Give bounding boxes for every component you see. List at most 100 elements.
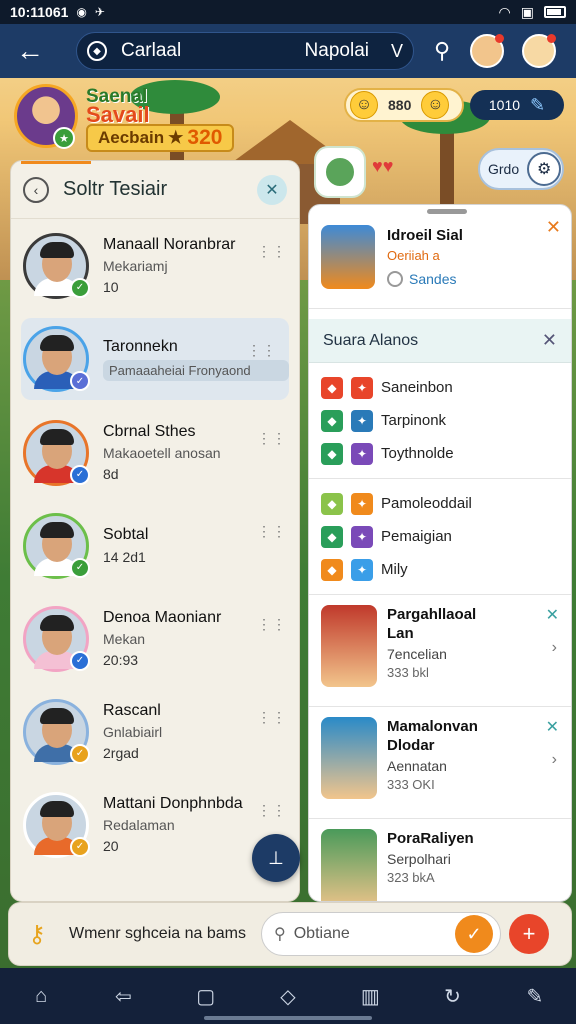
app-icon: ◆ <box>321 558 343 581</box>
scroll-down-button[interactable]: ⊥ <box>252 834 300 882</box>
contact-subtitle: Redalaman <box>103 817 175 833</box>
option-group: ◆ ✦ Pamoleoddail ◆ ✦ Pemaigian ◆ ✦ Mily <box>309 479 571 595</box>
home-indicator[interactable] <box>204 1016 372 1020</box>
search-icon[interactable]: ⚲ <box>434 38 450 64</box>
sim-icon: ▣ <box>520 3 534 20</box>
contact-avatar: ✓ <box>23 605 90 672</box>
close-icon[interactable]: ✕ <box>257 174 287 205</box>
more-options-icon[interactable]: ⋮⋮ <box>257 802 287 819</box>
close-icon[interactable]: ✕ <box>542 330 557 351</box>
contact-row[interactable]: ✓ Taronnekn Pamaaaheiai Fronyaond ⋮⋮ <box>21 318 289 400</box>
grid-toggle[interactable]: Grdo ⚙ <box>478 148 564 190</box>
more-options-icon[interactable]: ⋮⋮ <box>257 430 287 447</box>
avatar-hair <box>40 521 74 538</box>
status-bar: 10:11061 ◉ ✈ ◠ ▣ <box>0 0 576 24</box>
card-title-line2: Dlodar <box>387 737 435 754</box>
option-row[interactable]: ◆ ✦ Toythnolde <box>309 437 571 470</box>
friend-avatar[interactable] <box>522 34 557 68</box>
contact-row[interactable]: ✓ Cbrnal Sthes Makaoetell anosan 8d ⋮⋮ <box>11 406 299 499</box>
panel-accent <box>21 161 91 164</box>
refresh-icon[interactable]: ↻ <box>433 984 473 1009</box>
notification-dot <box>547 34 557 43</box>
level-label: Aecbain <box>98 128 165 147</box>
emoji-button[interactable] <box>314 146 366 198</box>
level-banner: Aecbain ★ 320 <box>86 124 235 152</box>
app-icon: ✦ <box>351 376 373 399</box>
option-label: Pemaigian <box>381 528 452 545</box>
level-score: 320 <box>187 126 223 149</box>
featured-tag: Sandes <box>387 270 463 287</box>
option-row[interactable]: ◆ ✦ Saneinbon <box>309 371 571 404</box>
avatar-hair <box>40 335 74 351</box>
item-card[interactable]: Pargahllaoal Lan 7encelian 333 bkl ✕ › <box>309 595 571 707</box>
close-icon[interactable]: ✕ <box>546 217 561 238</box>
contact-subtitle: Mekan <box>103 631 146 647</box>
close-icon[interactable]: ✕ <box>546 605 559 625</box>
more-options-icon[interactable]: ⋮⋮ <box>257 709 287 726</box>
contact-avatar: ✓ <box>23 326 90 392</box>
close-icon[interactable]: ✕ <box>546 717 559 737</box>
back-arrow-icon[interactable]: ← <box>12 35 48 67</box>
message-bar: ⚷ Wmenr sghceia na bams ⚲ Obtiane ✓ + <box>8 902 572 966</box>
card-title: PoraRaliyen <box>387 830 474 847</box>
panel-back-icon[interactable]: ‹ <box>23 176 49 203</box>
option-row[interactable]: ◆ ✦ Mily <box>309 553 571 586</box>
location-selector[interactable]: ◆ Carlaal Napolai V <box>76 32 414 70</box>
option-row[interactable]: ◆ ✦ Pamoleoddail <box>309 487 571 520</box>
pin-icon: ✈ <box>94 5 105 19</box>
more-options-icon[interactable]: ⋮⋮ <box>257 523 287 540</box>
option-row[interactable]: ◆ ✦ Tarpinonk <box>309 404 571 437</box>
contact-row[interactable]: ✓ Manaall Noranbrar Mekariamj 10 ⋮⋮ <box>11 219 299 312</box>
player-name-line2: Savail <box>86 102 150 127</box>
item-card[interactable]: Mamalonvan Dlodar Aennatan 333 OKI ✕ › <box>309 707 571 819</box>
confirm-check-button[interactable]: ✓ <box>455 915 493 953</box>
featured-item[interactable]: Idroeil Sial Oeriiah a Sandes ✕ <box>309 205 571 309</box>
contact-row[interactable]: ✓ Sobtal 14 2d1 ⋮⋮ <box>11 499 299 592</box>
gem-counter[interactable]: 1010 ✎ <box>470 90 564 120</box>
radio-icon <box>387 270 403 287</box>
message-bar-label: Wmenr sghceia na bams <box>69 925 246 942</box>
card-text: Pargahllaoal Lan 7encelian 333 bkl <box>387 605 476 680</box>
item-card[interactable]: PoraRaliyen Serpolhari 323 bkA <box>309 819 571 901</box>
wrench-icon: ✎ <box>530 94 546 115</box>
edit-icon[interactable]: ✎ <box>515 984 555 1009</box>
panel-title: Soltr Tesiair <box>63 178 168 200</box>
option-row[interactable]: ◆ ✦ Pemaigian <box>309 520 571 553</box>
status-badge-icon: ✓ <box>70 277 90 298</box>
home-icon[interactable]: ⌂ <box>21 985 61 1008</box>
contact-row[interactable]: ✓ Rascanl Gnlabiairl 2rgad ⋮⋮ <box>11 685 299 778</box>
battery-icon <box>544 6 566 18</box>
card-subtitle: Aennatan <box>387 758 447 774</box>
contact-meta: 2rgad <box>103 745 139 761</box>
compass-icon[interactable]: ◇ <box>268 984 308 1009</box>
more-options-icon[interactable]: ⋮⋮ <box>257 616 287 633</box>
avatar-hair <box>40 428 74 445</box>
hearts-icon: ♥♥ <box>372 156 394 176</box>
profile-avatar[interactable] <box>470 34 505 68</box>
status-badge-icon: ✓ <box>70 464 90 485</box>
more-options-icon[interactable]: ⋮⋮ <box>257 243 287 260</box>
card-text: PoraRaliyen Serpolhari 323 bkA <box>387 829 474 885</box>
share-icon[interactable]: ⇦ <box>103 984 143 1009</box>
app-icon: ◆ <box>321 492 343 515</box>
app-icon: ✦ <box>351 525 373 548</box>
status-badge-icon: ✓ <box>70 650 90 671</box>
book-icon[interactable]: ▥ <box>350 984 390 1009</box>
contact-list: ✓ Manaall Noranbrar Mekariamj 10 ⋮⋮ ✓ Taronnek… <box>11 219 299 871</box>
search-placeholder: Obtiane <box>293 925 350 942</box>
section-title: Suara Alanos <box>323 331 419 349</box>
contact-row[interactable]: ✓ Denoa Maonianr Mekan 20:93 ⋮⋮ <box>11 592 299 685</box>
contact-meta: 8d <box>103 466 119 482</box>
contacts-panel: ‹ Soltr Tesiair ✕ ✓ Manaall Noranbrar Meka… <box>10 160 300 902</box>
key-icon[interactable]: ⚷ <box>19 916 55 952</box>
app-icon: ✦ <box>351 558 373 581</box>
settings-gear-icon: ⚙ <box>527 152 562 186</box>
bag-icon[interactable]: ▢ <box>186 984 226 1009</box>
add-button[interactable]: + <box>509 914 549 954</box>
app-icon: ◆ <box>321 376 343 399</box>
coin-counter[interactable]: ☺ 880 ☺ <box>344 88 464 122</box>
more-options-icon[interactable]: ⋮⋮ <box>247 342 277 359</box>
featured-subtitle: Oeriiah a <box>387 247 440 263</box>
player-avatar[interactable]: ★ <box>14 84 78 149</box>
avatar-hair <box>40 614 74 631</box>
